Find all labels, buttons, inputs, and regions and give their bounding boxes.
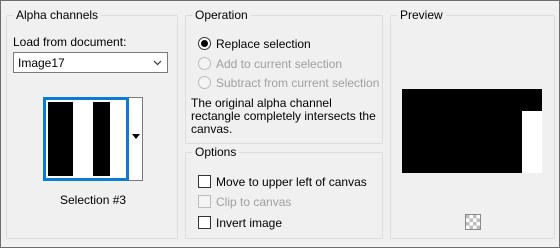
- preview-image-highlight: [522, 111, 542, 173]
- transparency-checker-icon[interactable]: [465, 214, 481, 230]
- options-title: Options: [192, 145, 240, 159]
- load-from-document-label: Load from document:: [13, 35, 127, 49]
- radio-subtract-indicator[interactable]: [198, 76, 211, 89]
- document-select-value: Image17: [18, 56, 65, 70]
- radio-replace-indicator[interactable]: [198, 37, 211, 50]
- checkbox-invert-label: Invert image: [216, 216, 283, 230]
- checkbox-move-indicator[interactable]: [198, 175, 211, 188]
- checkbox-clip-label: Clip to canvas: [216, 195, 292, 209]
- checkbox-clip-indicator[interactable]: [198, 195, 211, 208]
- dialog-window: Alpha channels Load from document: Image…: [0, 0, 560, 248]
- selection-thumbnail-picker[interactable]: [43, 97, 143, 181]
- checkbox-invert-indicator[interactable]: [198, 216, 211, 229]
- checkbox-move-label: Move to upper left of canvas: [216, 175, 367, 189]
- radio-subtract-label: Subtract from current selection: [216, 76, 380, 90]
- radio-add-label: Add to current selection: [216, 57, 343, 71]
- selection-thumbnail-image: [48, 102, 124, 176]
- radio-replace-label: Replace selection: [216, 37, 311, 51]
- preview-title: Preview: [397, 8, 446, 22]
- preview-image: [402, 89, 542, 173]
- selection-thumbnail[interactable]: [43, 97, 129, 181]
- selection-name-label: Selection #3: [60, 193, 127, 207]
- radio-add-indicator[interactable]: [198, 57, 211, 70]
- operation-title: Operation: [192, 8, 251, 22]
- document-select[interactable]: Image17: [13, 52, 168, 73]
- alpha-channels-title: Alpha channels: [13, 8, 102, 22]
- thumbnail-dropdown-button[interactable]: [129, 97, 143, 181]
- operation-description: The original alpha channel rectangle com…: [191, 96, 376, 136]
- dropdown-arrow-icon: [132, 134, 140, 139]
- chevron-down-icon: [153, 60, 162, 66]
